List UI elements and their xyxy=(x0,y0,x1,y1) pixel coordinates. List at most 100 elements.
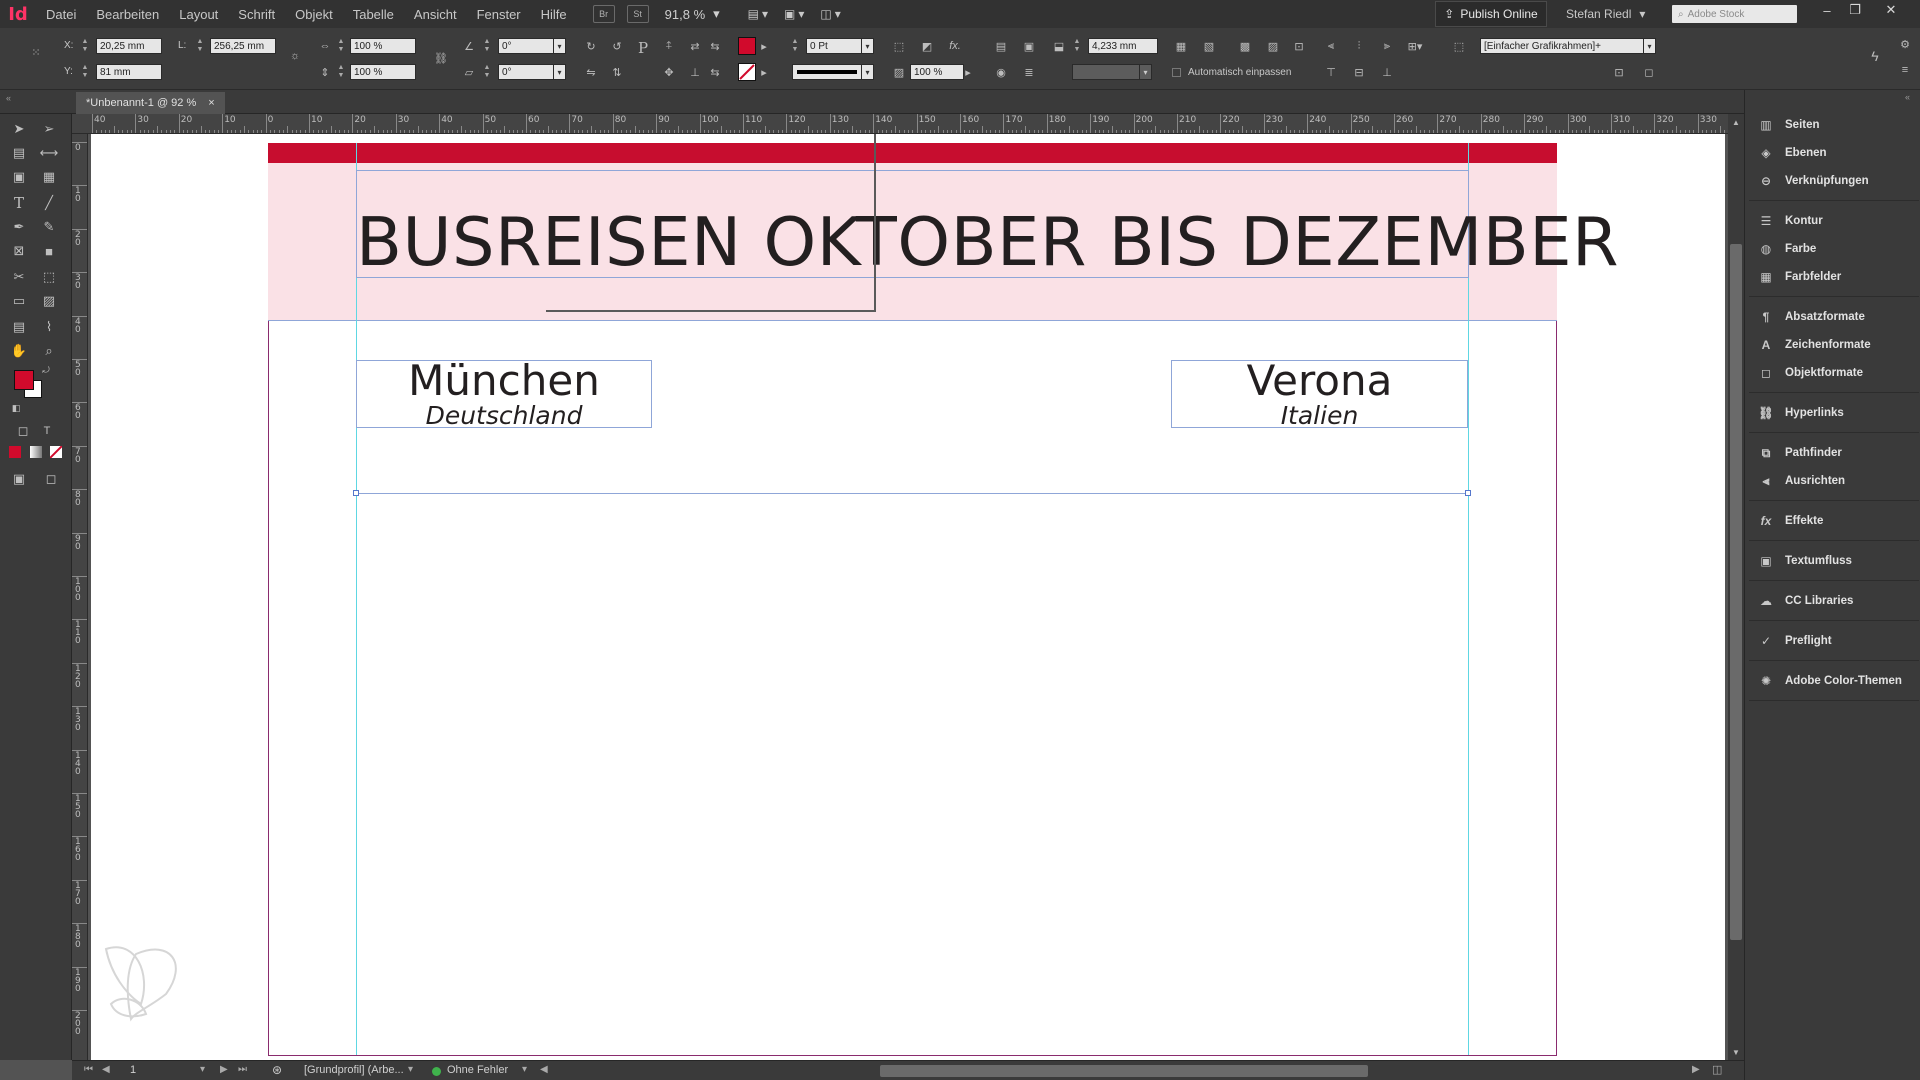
panel-adobe-color[interactable]: ✺ Adobe Color-Themen xyxy=(1757,668,1902,694)
previous-object-icon[interactable]: ⇆ xyxy=(706,38,724,54)
dimension-field[interactable]: 4,233 mm xyxy=(1088,38,1158,54)
selection-handle-right[interactable] xyxy=(1465,490,1471,496)
fill-stroke-widget[interactable] xyxy=(14,370,42,398)
zoom-tool-icon[interactable]: ⌕ xyxy=(38,340,60,362)
flip-horizontal-icon[interactable]: ⇋ xyxy=(582,64,600,80)
unused-dropdown[interactable]: ▾ xyxy=(1140,64,1152,80)
scale-x-stepper[interactable]: ▲ ▼ xyxy=(336,38,346,54)
view-options-dropdown[interactable]: ▤ ▾ xyxy=(748,7,768,21)
formatting-container-icon[interactable]: ◻ xyxy=(12,420,34,442)
auto-fit-checkbox[interactable] xyxy=(1172,68,1181,77)
page-number[interactable]: 1 xyxy=(130,1064,136,1076)
unused-field[interactable] xyxy=(1072,64,1140,80)
scroll-right-icon[interactable]: ▶ xyxy=(1692,1064,1700,1075)
gradient-swatch-tool-icon[interactable]: ▭ xyxy=(8,290,30,312)
constrain-proportions-icon[interactable]: ☼ xyxy=(286,48,304,64)
line-tool-icon[interactable]: ╱ xyxy=(38,192,60,214)
fill-color-swatch[interactable] xyxy=(738,37,756,55)
collapse-toolbar-icon[interactable]: « xyxy=(6,93,11,103)
open-document-icon[interactable]: ⊛ xyxy=(272,1063,282,1077)
city-munich[interactable]: München xyxy=(356,356,652,406)
fill-dropdown-arrow[interactable]: ▸ xyxy=(758,38,770,54)
stroke-weight-dropdown[interactable]: ▾ xyxy=(862,38,874,54)
content-placer-icon[interactable]: ▦ xyxy=(38,166,60,188)
panel-farbfelder[interactable]: ▦ Farbfelder xyxy=(1757,264,1841,290)
rotate-dropdown[interactable]: ▾ xyxy=(554,38,566,54)
rotate-stepper[interactable]: ▲ ▼ xyxy=(482,38,492,54)
swap-fill-stroke-icon[interactable]: ⤾ xyxy=(40,364,52,376)
close-icon[interactable]: × xyxy=(208,97,214,109)
hand-tool-icon[interactable]: ✋ xyxy=(8,340,30,362)
width-stepper[interactable]: ▲ ▼ xyxy=(195,38,205,54)
panel-seiten[interactable]: ▥ Seiten xyxy=(1757,112,1819,138)
object-style-field[interactable]: [Einfacher Grafikrahmen]+ xyxy=(1480,38,1644,54)
align-left-edges-icon[interactable]: ⫷ xyxy=(1322,38,1340,54)
panel-hyperlinks[interactable]: ⛓ Hyperlinks xyxy=(1757,400,1843,426)
panel-ebenen[interactable]: ◈ Ebenen xyxy=(1757,140,1826,166)
city-verona[interactable]: Verona xyxy=(1171,356,1468,406)
normal-view-icon[interactable]: ▣ xyxy=(8,468,30,490)
restore-button[interactable]: ❐ xyxy=(1841,0,1869,20)
center-content-icon[interactable]: ⊡ xyxy=(1290,38,1308,54)
red-accent-bar[interactable] xyxy=(268,143,1557,163)
clear-overrides-icon[interactable]: ⊡ xyxy=(1610,64,1628,80)
rotate-field[interactable]: 0° xyxy=(498,38,554,54)
note-tool-icon[interactable]: ▤ xyxy=(8,316,30,338)
text-frame-options-icon[interactable]: ▤ xyxy=(992,38,1010,54)
panel-menu-icon[interactable]: ≡ xyxy=(1896,62,1914,78)
menu-bearbeiten[interactable]: Bearbeiten xyxy=(86,7,169,22)
align-stack-icon[interactable]: ≣ xyxy=(1020,64,1038,80)
align-horizontal-centers-icon[interactable]: ⫶ xyxy=(1350,38,1368,54)
pen-tool-icon[interactable]: ✒ xyxy=(8,216,30,238)
fit-content-proportional-icon[interactable]: ▦ xyxy=(1172,38,1190,54)
object-style-dropdown[interactable]: ▾ xyxy=(1644,38,1656,54)
x-stepper[interactable]: ▲ ▼ xyxy=(80,38,90,54)
fit-frame-content-icon[interactable]: ▧ xyxy=(1200,38,1218,54)
zoom-dropdown[interactable]: 91,8 % ▾ xyxy=(665,6,720,22)
select-container-icon[interactable]: ⍏ xyxy=(660,38,678,54)
user-menu[interactable]: Stefan Riedl ▾ xyxy=(1566,0,1645,28)
align-vertical-centers-icon[interactable]: ⊟ xyxy=(1350,64,1368,80)
tab-document[interactable]: *Unbenannt-1 @ 92 % × xyxy=(76,92,225,114)
vertical-scrollbar[interactable]: ▲ ▼ xyxy=(1728,114,1744,1060)
effects-fx-icon[interactable]: fx. xyxy=(946,38,964,54)
preflight-dropdown[interactable]: ▾ xyxy=(522,1064,527,1075)
menu-ansicht[interactable]: Ansicht xyxy=(404,7,467,22)
apply-color-icon[interactable] xyxy=(9,446,21,458)
horizontal-scroll-thumb[interactable] xyxy=(880,1065,1368,1077)
bridge-button[interactable]: Br xyxy=(592,5,615,23)
menu-fenster[interactable]: Fenster xyxy=(467,7,531,22)
scale-y-field[interactable]: 100 % xyxy=(350,64,416,80)
reference-point-icon[interactable]: ⁙ xyxy=(26,42,46,62)
content-indicator-icon[interactable]: P xyxy=(634,39,652,57)
previous-page-icon[interactable]: ◀ xyxy=(102,1064,110,1075)
frame-fitting-icon[interactable]: ▣ xyxy=(1020,38,1038,54)
panel-ausrichten[interactable]: ⫷ Ausrichten xyxy=(1757,468,1845,494)
lightning-icon[interactable]: ϟ xyxy=(1866,48,1884,64)
panel-textumfluss[interactable]: ▣ Textumfluss xyxy=(1757,548,1852,574)
preview-mode-icon[interactable]: ◻ xyxy=(40,468,62,490)
formatting-text-icon[interactable]: T xyxy=(36,420,58,442)
flip-vertical-icon[interactable]: ⇅ xyxy=(608,64,626,80)
stroke-type-field[interactable] xyxy=(792,64,862,80)
rotate-ccw-icon[interactable]: ↺ xyxy=(608,38,626,54)
menu-tabelle[interactable]: Tabelle xyxy=(343,7,404,22)
stroke-color-swatch[interactable] xyxy=(738,63,756,81)
menu-layout[interactable]: Layout xyxy=(169,7,228,22)
panel-kontur[interactable]: ☰ Kontur xyxy=(1757,208,1823,234)
scale-y-stepper[interactable]: ▲ ▼ xyxy=(336,64,346,80)
vertical-ruler[interactable]: 0 10 20 30 40 50 60 70 80 90 100 110 120 130 140 150 160… xyxy=(72,134,88,1060)
preflight-profile[interactable]: [Grundprofil] (Arbe... xyxy=(304,1064,404,1076)
panel-effekte[interactable]: fx Effekte xyxy=(1757,508,1824,534)
eyedropper-tool-icon[interactable]: ⌇ xyxy=(38,316,60,338)
scroll-up-icon[interactable]: ▲ xyxy=(1732,118,1740,127)
x-position-field[interactable]: 20,25 mm xyxy=(96,38,162,54)
adobe-stock-search[interactable]: ⌕ Adobe Stock xyxy=(1672,5,1797,23)
content-collector-icon[interactable]: ▣ xyxy=(8,166,30,188)
headline-title[interactable]: BUSREISEN OKTOBER BIS DEZEMBER xyxy=(356,206,1619,278)
rectangle-frame-tool-icon[interactable]: ⊠ xyxy=(8,240,30,262)
link-icon[interactable]: ⛓ xyxy=(432,50,450,66)
flip-icon[interactable]: ⇄ xyxy=(686,38,704,54)
select-content-icon[interactable]: ✥ xyxy=(660,64,678,80)
scissors-tool-icon[interactable]: ✂ xyxy=(8,266,30,288)
